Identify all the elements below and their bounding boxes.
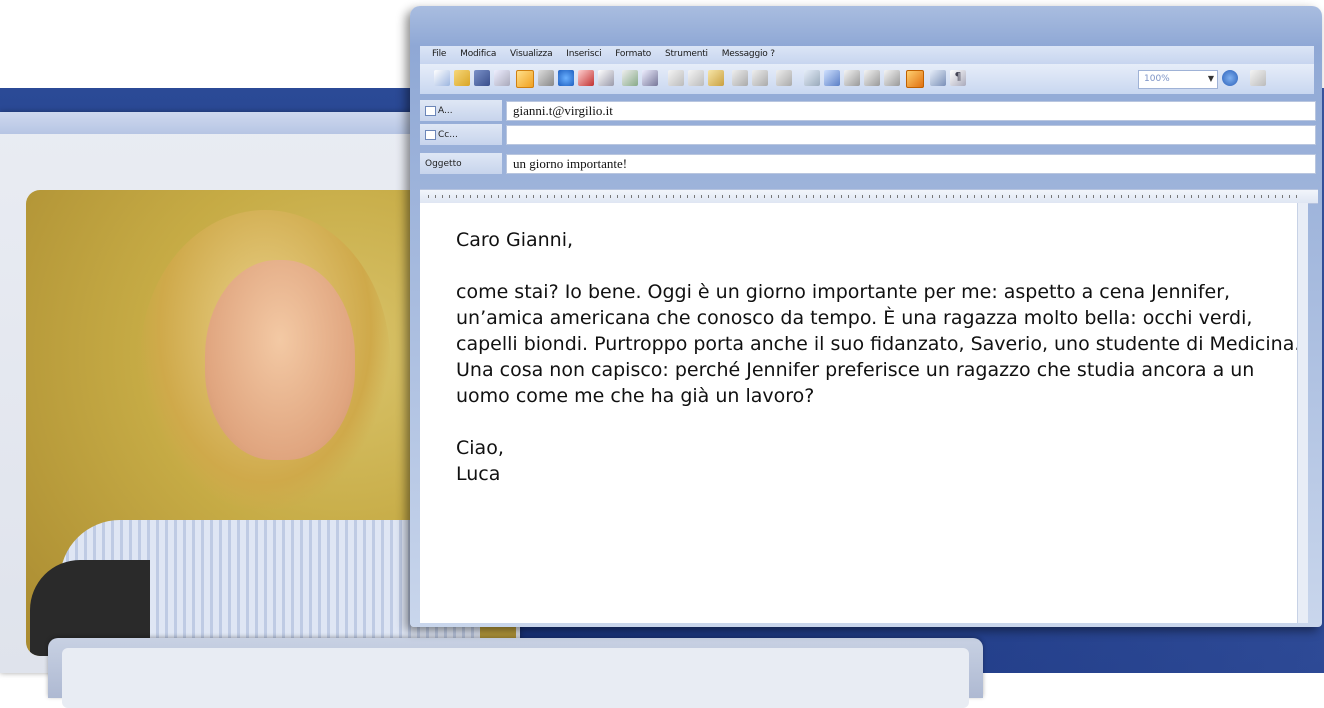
subject-label-box: Oggetto: [420, 153, 502, 174]
to-button[interactable]: A...: [420, 100, 502, 121]
tables-icon[interactable]: [824, 70, 840, 86]
subject-value: un giorno importante!: [513, 156, 628, 171]
address-book-icon: [425, 130, 436, 140]
message-text[interactable]: Caro Gianni, come stai? Io bene. Oggi è …: [456, 227, 1306, 487]
open-icon[interactable]: [454, 70, 470, 86]
to-value: gianni.t@virgilio.it: [513, 103, 613, 118]
photo-face: [205, 260, 355, 460]
redo-icon[interactable]: [776, 70, 792, 86]
print-icon[interactable]: [538, 70, 554, 86]
drawing-icon[interactable]: [906, 70, 924, 88]
cut-icon[interactable]: [668, 70, 684, 86]
help-icon[interactable]: [1222, 70, 1238, 86]
greeting: Caro Gianni,: [456, 229, 574, 251]
preview-icon[interactable]: [598, 70, 614, 86]
hyperlink-icon[interactable]: [804, 70, 820, 86]
menu-strumenti[interactable]: Strumenti: [665, 49, 708, 59]
menu-bar: File Modifica Visualizza Inserisci Forma…: [420, 46, 1314, 64]
ruler[interactable]: [420, 189, 1318, 204]
pilcrow-icon[interactable]: ¶: [950, 70, 966, 86]
to-label: A...: [438, 106, 453, 116]
menu-formato[interactable]: Formato: [615, 49, 651, 59]
format-painter-icon[interactable]: [732, 70, 748, 86]
paragraph-1: come stai? Io bene. Oggi è un giorno imp…: [456, 281, 1301, 355]
to-field[interactable]: gianni.t@virgilio.it: [506, 101, 1316, 121]
insert-table-icon[interactable]: [844, 70, 860, 86]
cc-field[interactable]: [506, 125, 1316, 145]
ruler-ticks: [428, 195, 1300, 198]
columns-icon[interactable]: [884, 70, 900, 86]
new-icon[interactable]: [434, 70, 450, 86]
spell-icon[interactable]: [622, 70, 638, 86]
save-icon[interactable]: [474, 70, 490, 86]
excel-icon[interactable]: [864, 70, 880, 86]
to-row: A... gianni.t@virgilio.it: [420, 100, 1318, 121]
copy-icon[interactable]: [688, 70, 704, 86]
document-icon[interactable]: [494, 70, 510, 86]
message-body[interactable]: Caro Gianni, come stai? Io bene. Oggi è …: [420, 203, 1308, 623]
menu-messaggio[interactable]: Messaggio ?: [722, 49, 775, 59]
cc-row: Cc...: [420, 124, 1318, 145]
menu-visualizza[interactable]: Visualizza: [510, 49, 553, 59]
zoom-select[interactable]: 100% ▼: [1138, 70, 1218, 89]
email-compose-window: File Modifica Visualizza Inserisci Forma…: [410, 6, 1322, 627]
toolbar: ¶ 100% ▼: [420, 64, 1314, 94]
menu-modifica[interactable]: Modifica: [460, 49, 496, 59]
address-book-icon: [425, 106, 436, 116]
paste-icon[interactable]: [708, 70, 724, 86]
vertical-scrollbar[interactable]: [1297, 203, 1308, 623]
signature: Luca: [456, 463, 501, 485]
document-map-icon[interactable]: [930, 70, 946, 86]
image-icon[interactable]: [578, 70, 594, 86]
read-icon[interactable]: [1250, 70, 1266, 86]
subject-label: Oggetto: [425, 159, 462, 169]
zoom-value: 100%: [1144, 74, 1170, 84]
undo-icon[interactable]: [752, 70, 768, 86]
menu-file[interactable]: File: [432, 49, 446, 59]
cc-button[interactable]: Cc...: [420, 124, 502, 145]
edit-icon[interactable]: [516, 70, 534, 88]
paragraph-2: Una cosa non capisco: perché Jennifer pr…: [456, 359, 1255, 407]
globe-icon[interactable]: [558, 70, 574, 86]
bottom-panel: [48, 638, 983, 708]
closing: Ciao,: [456, 437, 504, 459]
subject-field[interactable]: un giorno importante!: [506, 154, 1316, 174]
menu-inserisci[interactable]: Inserisci: [566, 49, 601, 59]
cc-label: Cc...: [438, 130, 458, 140]
research-icon[interactable]: [642, 70, 658, 86]
bottom-panel-inner: [62, 648, 969, 708]
chevron-down-icon: ▼: [1207, 74, 1214, 83]
subject-row: Oggetto un giorno importante!: [420, 153, 1318, 174]
